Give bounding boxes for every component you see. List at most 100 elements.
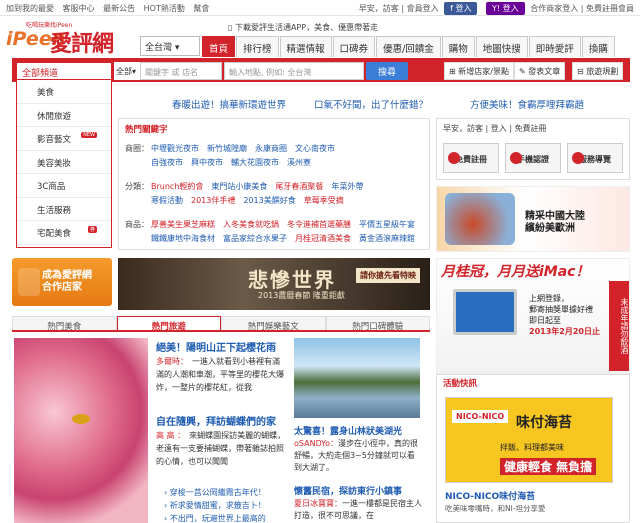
keyword-link[interactable]: 輔大花園夜市 <box>231 158 279 167</box>
keyword-link[interactable]: 興中夜市 <box>191 158 223 167</box>
article-title[interactable]: 自在隨興，拜訪蝴蝶們的家 <box>156 416 286 429</box>
category-item-food[interactable]: 美食 <box>17 80 111 104</box>
site-logo[interactable]: 吃喝玩樂找iPeen iPeen 愛評網 <box>6 20 138 60</box>
keyword-link[interactable]: 自強夜市 <box>151 158 183 167</box>
keyword-link[interactable]: 黃金酒滾麻辣館 <box>359 234 415 243</box>
article-title[interactable]: 懷舊民宿，探訪東行小鎮事 <box>294 486 422 498</box>
keyword-link[interactable]: 新竹城隍廟 <box>207 144 247 153</box>
hot-row: 商品： 厚善美生果芝麻糕 入冬美食就吃鍋 冬令進補首選藥膳 平價五星級午宴 <box>125 220 415 229</box>
customer-service-link[interactable]: 客服中心 <box>63 4 95 13</box>
register-icon <box>448 152 460 164</box>
promo-link-2[interactable]: 口氣不好聞，出了什麼錯？ <box>314 97 428 111</box>
nav-tab-featured[interactable]: 精選情報 <box>279 36 332 57</box>
keyword-link[interactable]: 永康商圈 <box>255 144 287 153</box>
movie-ad-banner[interactable]: 悲慘世界 2013農曆春節 隆重鉅獻 請你搶先看特映 <box>118 258 430 310</box>
keyword-link[interactable]: 文心南夜市 <box>295 144 335 153</box>
category-item-services[interactable]: 生活服務 <box>17 198 111 221</box>
bullet-link[interactable]: › 不出門，玩遍世界上最高的 <box>164 513 266 523</box>
keyword-link[interactable]: 東門站小康美食 <box>211 182 267 191</box>
phone-verify-icon <box>510 152 522 164</box>
keyword-link[interactable]: Brunch輕約會 <box>151 182 203 191</box>
tab-entertainment[interactable]: 熱門娛樂藝文 <box>221 316 326 332</box>
keyword-link[interactable]: 鐵鐵康地中海食材 <box>151 234 215 243</box>
nav-tab-live-reviews[interactable]: 即時愛評 <box>528 36 581 57</box>
article-title[interactable]: 絕美！陽明山正下起櫻花雨 <box>156 342 286 355</box>
event-news-title[interactable]: NICO-NICO味付海苔 <box>445 489 535 502</box>
cherry-blossom-image[interactable] <box>14 338 148 523</box>
bullet-link[interactable]: › 祈求愛情甜蜜，求籤吉卜！ <box>164 500 266 511</box>
partner-store-banner[interactable]: 成為愛評網 合作店家 <box>12 258 112 306</box>
article-author[interactable]: 夏日冰寶寶： <box>294 499 342 508</box>
imac-ad-banner[interactable]: 月桂冠，月月送iMac！ 上網登錄， 郵寄抽獎單據好禮 即日起至 2013年2月… <box>436 258 630 374</box>
user-register-link[interactable]: 免費註冊 <box>515 124 547 133</box>
keyword-link[interactable]: 富品家綜合水果子 <box>223 234 287 243</box>
region-select[interactable]: 全台灣 ▾ <box>140 36 200 56</box>
travel-ad-banner[interactable]: 精采中國大陸 繽紛美歐洲 <box>436 186 630 252</box>
article-title[interactable]: 太驚喜！露身山林狀美湖光 <box>294 426 422 438</box>
keyword-link[interactable]: 溪州寮 <box>287 158 311 167</box>
hot-activity-link[interactable]: HOT熱活動 <box>144 4 185 13</box>
keyword-link[interactable]: 寒假活動 <box>151 196 183 205</box>
keyword-link[interactable]: 月桂冠清酒美食 <box>295 234 351 243</box>
tab-travel[interactable]: 熱門旅遊 <box>116 316 221 332</box>
post-article-button[interactable]: ✎ 發表文章 <box>514 62 566 80</box>
tab-experience[interactable]: 熱門口碑體驗 <box>325 316 430 332</box>
nav-tab-shopping[interactable]: 購物 <box>441 36 475 57</box>
keyword-link[interactable]: 中壢觀光夜市 <box>151 144 199 153</box>
facebook-login-button[interactable]: f 登入 <box>444 2 478 15</box>
nav-tab-home[interactable]: 首頁 <box>202 36 236 57</box>
keyword-link[interactable]: 2013美饌好食 <box>243 196 295 205</box>
keyword-link[interactable]: 2013伴手禮 <box>191 196 235 205</box>
article-author[interactable]: oSANDYo： <box>294 439 338 448</box>
app-download-note[interactable]: ▯ 下載愛評生活通APP，美食、優惠帶著走 <box>228 22 378 33</box>
phone-verify-button[interactable]: 手機認證 <box>505 143 561 173</box>
partner-banner-text: 成為愛評網 合作店家 <box>42 270 92 293</box>
category-item-media[interactable]: 影音藝文 NEW <box>17 127 111 151</box>
lake-image[interactable] <box>294 338 420 418</box>
bullet-link[interactable]: › 穿梭一莒公岡繼霞古年代！ <box>164 487 266 498</box>
keyword-link[interactable]: 草莓季受摘 <box>304 196 344 205</box>
nav-tab-coupons[interactable]: 口碑券 <box>332 36 376 57</box>
keyword-input[interactable]: 關鍵字 或 店名 <box>140 62 222 80</box>
yahoo-login-button[interactable]: Y! 登入 <box>486 2 525 15</box>
add-store-button[interactable]: ⊞ 新增店家/景點 <box>444 62 514 80</box>
hot-row: 商圈： 中壢觀光夜市 新竹城隍廟 永康商圈 文心南夜市 <box>125 144 335 153</box>
tab-food[interactable]: 熱門美食 <box>12 316 117 332</box>
location-input[interactable]: 輸入地點, 例如: 全台灣 <box>224 62 364 80</box>
keyword-link[interactable]: 平價五星級午宴 <box>359 220 415 229</box>
announcement-link[interactable]: 最新公告 <box>103 4 135 13</box>
all-categories-menu[interactable]: 全部頻道 <box>16 62 112 80</box>
keyword-link[interactable]: 年菜外帶 <box>331 182 363 191</box>
article-author[interactable]: 高 高 ： <box>156 431 185 440</box>
nav-tab-ranking[interactable]: 排行榜 <box>236 36 279 57</box>
partner-login-link[interactable]: 合作商家登入 <box>530 4 578 13</box>
nav-tab-deals[interactable]: 優惠/回饋金 <box>376 36 441 57</box>
promo-link-1[interactable]: 春暖出遊！搞華新環遊世界 <box>172 97 286 111</box>
user-login-link[interactable]: 登入 <box>491 124 507 133</box>
travel-plan-button[interactable]: ⊟ 旅遊規劃 <box>572 62 624 80</box>
register-link[interactable]: 免費註冊會員 <box>586 4 634 13</box>
nav-tab-exchange[interactable]: 換購 <box>581 36 615 57</box>
seaweed-ad[interactable]: NICO-NICO 味付海苔 拌飯、料理都美味 健康輕食 無負擔 <box>445 397 613 483</box>
category-item-beauty[interactable]: 美容美妝 <box>17 151 111 174</box>
article-author[interactable]: 多爾時： <box>156 357 188 366</box>
category-item-travel[interactable]: 休閒旅遊 <box>17 104 111 127</box>
help-link[interactable]: 幫會 <box>193 4 209 13</box>
promo-link-3[interactable]: 方便美味！食霸厚哩拜霸趙 <box>470 97 584 111</box>
category-item-delivery[interactable]: 宅配美食券 <box>17 221 111 245</box>
category-item-3c[interactable]: 3C商品 <box>17 174 111 198</box>
service-guide-button[interactable]: 服務導覽 <box>567 143 623 173</box>
add-favorite-link[interactable]: 加到我的最愛 <box>6 4 54 13</box>
events-box: 活動快訊 NICO-NICO 味付海苔 拌飯、料理都美味 健康輕食 無負擔 NI… <box>436 374 630 523</box>
nav-tab-map[interactable]: 地圖快搜 <box>475 36 528 57</box>
free-register-button[interactable]: 免費註冊 <box>443 143 499 173</box>
keyword-link[interactable]: 入冬美食就吃鍋 <box>223 220 279 229</box>
movie-ad-button[interactable]: 請你搶先看特映 <box>356 268 420 283</box>
category-select[interactable]: 全部▾ <box>114 62 140 80</box>
keyword-link[interactable]: 尾牙春酒聚餐 <box>275 182 323 191</box>
keyword-link[interactable]: 冬令進補首選藥膳 <box>287 220 351 229</box>
bee-image <box>72 414 90 424</box>
member-login-link[interactable]: 會員登入 <box>407 4 439 13</box>
keyword-link[interactable]: 厚善美生果芝麻糕 <box>151 220 215 229</box>
search-button[interactable]: 搜尋 <box>366 62 408 80</box>
